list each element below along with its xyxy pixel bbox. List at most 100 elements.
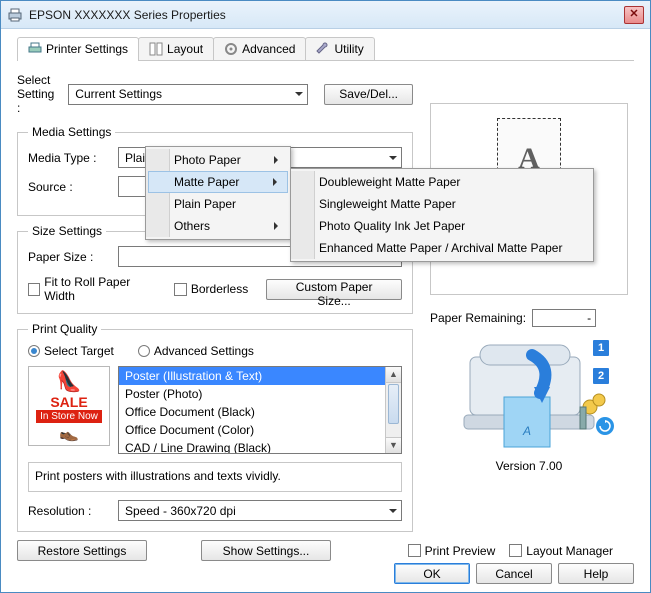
source-label: Source : bbox=[28, 180, 110, 194]
menu-item-plain-paper[interactable]: Plain Paper bbox=[148, 193, 288, 215]
media-legend: Media Settings bbox=[28, 125, 115, 139]
checkbox-box bbox=[408, 544, 421, 557]
printer-illustration: A 1 2 bbox=[444, 337, 614, 455]
right-panel: A Paper Remaining: - A bbox=[430, 103, 628, 473]
restore-settings-button[interactable]: Restore Settings bbox=[17, 540, 147, 561]
quality-target-listbox[interactable]: Poster (Illustration & Text) Poster (Pho… bbox=[118, 366, 402, 454]
tab-printer-settings[interactable]: Printer Settings bbox=[17, 37, 139, 60]
tab-label: Utility bbox=[334, 42, 363, 56]
badge-2: 2 bbox=[592, 367, 610, 385]
quality-legend: Print Quality bbox=[28, 322, 101, 336]
help-button[interactable]: Help bbox=[558, 563, 634, 584]
version-label: Version 7.00 bbox=[430, 459, 628, 473]
window-title: EPSON XXXXXXX Series Properties bbox=[29, 8, 624, 22]
quality-description: Print posters with illustrations and tex… bbox=[28, 462, 402, 492]
paper-remaining-label: Paper Remaining: bbox=[430, 311, 526, 325]
tab-layout[interactable]: Layout bbox=[138, 37, 214, 60]
scroll-up-button[interactable]: ▲ bbox=[386, 367, 401, 383]
radio-dot bbox=[138, 345, 150, 357]
menu-label: Doubleweight Matte Paper bbox=[319, 175, 460, 189]
list-item[interactable]: Poster (Photo) bbox=[119, 385, 401, 403]
tab-label: Advanced bbox=[242, 42, 295, 56]
titlebar: EPSON XXXXXXX Series Properties ✕ bbox=[1, 1, 650, 29]
select-setting-dropdown[interactable]: Current Settings bbox=[68, 84, 308, 105]
custom-paper-size-button[interactable]: Custom Paper Size... bbox=[266, 279, 402, 300]
list-item[interactable]: Poster (Illustration & Text) bbox=[119, 367, 401, 385]
sale-text: SALE bbox=[50, 394, 87, 410]
print-preview-checkbox[interactable]: Print Preview bbox=[408, 544, 496, 558]
printer-icon bbox=[28, 42, 42, 56]
scroll-thumb[interactable] bbox=[388, 384, 399, 424]
wrench-icon bbox=[316, 42, 330, 56]
menu-label: Matte Paper bbox=[174, 175, 239, 189]
scrollbar[interactable]: ▲ ▼ bbox=[385, 367, 401, 453]
menu-label: Others bbox=[174, 219, 210, 233]
menu-item-doubleweight-matte[interactable]: Doubleweight Matte Paper bbox=[293, 171, 591, 193]
layout-manager-label: Layout Manager bbox=[526, 544, 613, 558]
advanced-label: Advanced Settings bbox=[154, 344, 254, 358]
fit-roll-checkbox[interactable]: Fit to Roll Paper Width bbox=[28, 275, 156, 303]
checkbox-box bbox=[28, 283, 40, 296]
layout-manager-checkbox[interactable]: Layout Manager bbox=[509, 544, 613, 558]
tab-utility[interactable]: Utility bbox=[305, 37, 374, 60]
printer-icon bbox=[7, 7, 23, 23]
radio-dot bbox=[28, 345, 40, 357]
list-item[interactable]: CAD / Line Drawing (Black) bbox=[119, 439, 401, 454]
menu-item-photo-quality-inkjet[interactable]: Photo Quality Ink Jet Paper bbox=[293, 215, 591, 237]
tab-strip: Printer Settings Layout Advanced Utility bbox=[17, 37, 634, 61]
heel-icon: 👠 bbox=[57, 369, 82, 394]
select-setting-value: Current Settings bbox=[75, 87, 162, 101]
select-target-radio[interactable]: Select Target bbox=[28, 344, 114, 358]
select-setting-label: Select Setting : bbox=[17, 73, 60, 115]
quality-targets-row: 👠 SALE In Store Now 👞 Poster (Illustrati… bbox=[28, 366, 402, 454]
tab-label: Printer Settings bbox=[46, 42, 128, 56]
submenu-arrow-icon bbox=[273, 178, 281, 186]
cancel-button[interactable]: Cancel bbox=[476, 563, 552, 584]
target-preview-image: 👠 SALE In Store Now 👞 bbox=[28, 366, 110, 446]
print-preview-label: Print Preview bbox=[425, 544, 496, 558]
list-item[interactable]: Office Document (Black) bbox=[119, 403, 401, 421]
tab-advanced[interactable]: Advanced bbox=[213, 37, 306, 60]
menu-item-others[interactable]: Others bbox=[148, 215, 288, 237]
properties-dialog: EPSON XXXXXXX Series Properties ✕ Printe… bbox=[0, 0, 651, 593]
menu-label: Photo Paper bbox=[174, 153, 241, 167]
media-type-label: Media Type : bbox=[28, 151, 110, 165]
media-type-menu[interactable]: Photo Paper Matte Paper Plain Paper Othe… bbox=[145, 146, 291, 240]
list-item[interactable]: Office Document (Color) bbox=[119, 421, 401, 439]
close-button[interactable]: ✕ bbox=[624, 6, 644, 24]
menu-label: Plain Paper bbox=[174, 197, 236, 211]
menu-label: Enhanced Matte Paper / Archival Matte Pa… bbox=[319, 241, 562, 255]
checkbox-box bbox=[509, 544, 522, 557]
show-settings-button[interactable]: Show Settings... bbox=[201, 540, 331, 561]
submenu-arrow-icon bbox=[274, 156, 282, 164]
menu-item-matte-paper[interactable]: Matte Paper bbox=[148, 171, 288, 193]
tab-label: Layout bbox=[167, 42, 203, 56]
matte-paper-submenu[interactable]: Doubleweight Matte Paper Singleweight Ma… bbox=[290, 168, 594, 262]
ok-button[interactable]: OK bbox=[394, 563, 470, 584]
menu-item-enhanced-matte[interactable]: Enhanced Matte Paper / Archival Matte Pa… bbox=[293, 237, 591, 259]
menu-item-photo-paper[interactable]: Photo Paper bbox=[148, 149, 288, 171]
save-del-button[interactable]: Save/Del... bbox=[324, 84, 413, 105]
print-quality-group: Print Quality Select Target Advanced Set… bbox=[17, 322, 413, 532]
layout-icon bbox=[149, 42, 163, 56]
dialog-buttons: OK Cancel Help bbox=[394, 563, 634, 584]
refresh-button[interactable] bbox=[596, 417, 614, 435]
fit-roll-label: Fit to Roll Paper Width bbox=[44, 275, 156, 303]
select-setting-row: Select Setting : Current Settings Save/D… bbox=[17, 73, 413, 115]
gear-icon bbox=[224, 42, 238, 56]
advanced-settings-radio[interactable]: Advanced Settings bbox=[138, 344, 254, 358]
svg-text:A: A bbox=[522, 424, 531, 438]
paper-remaining-row: Paper Remaining: - bbox=[430, 309, 628, 327]
borderless-label: Borderless bbox=[191, 282, 248, 296]
resolution-dropdown[interactable]: Speed - 360x720 dpi bbox=[118, 500, 402, 521]
content-area: Printer Settings Layout Advanced Utility… bbox=[1, 29, 650, 565]
menu-item-singleweight-matte[interactable]: Singleweight Matte Paper bbox=[293, 193, 591, 215]
store-text: In Store Now bbox=[36, 410, 102, 423]
resolution-value: Speed - 360x720 dpi bbox=[125, 504, 236, 518]
scroll-down-button[interactable]: ▼ bbox=[386, 437, 401, 453]
size-legend: Size Settings bbox=[28, 224, 106, 238]
resolution-label: Resolution : bbox=[28, 504, 110, 518]
select-target-label: Select Target bbox=[44, 344, 114, 358]
bottom-row: Restore Settings Show Settings... Print … bbox=[17, 540, 613, 561]
borderless-checkbox[interactable]: Borderless bbox=[174, 282, 248, 296]
